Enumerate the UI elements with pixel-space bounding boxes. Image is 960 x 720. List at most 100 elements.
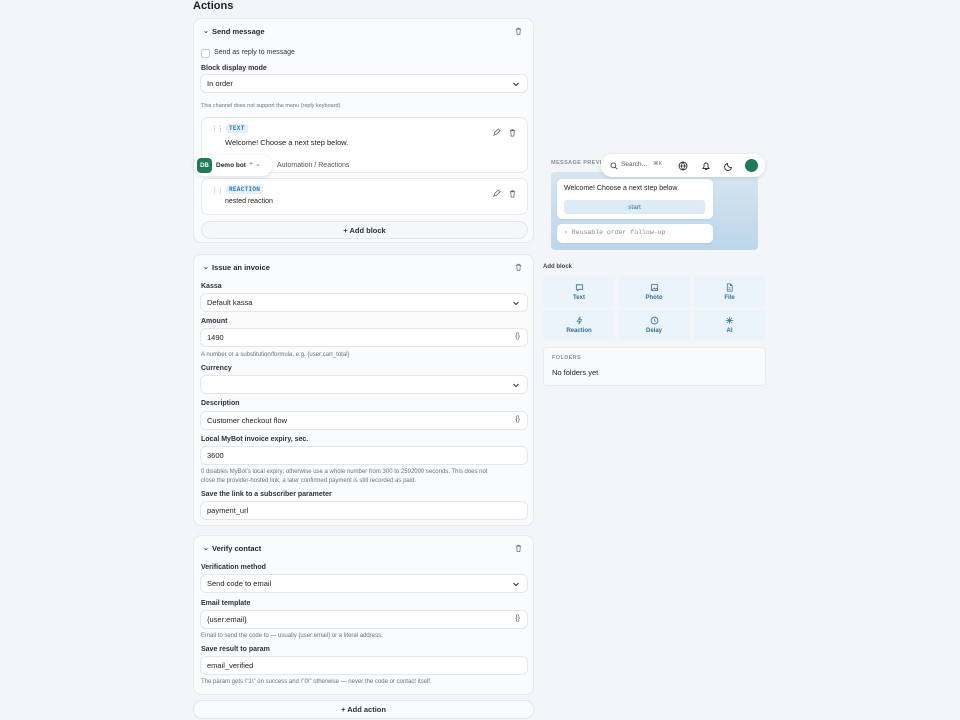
variable-insert-icon[interactable]: {} [515,416,520,423]
clock-icon [650,316,658,325]
top-bar: Search... ⌘K [601,154,765,177]
add-block-button[interactable]: + Add block [201,221,528,239]
chevron-down-icon [513,383,519,388]
add-text-tile[interactable]: Text [543,276,615,307]
description-input[interactable]: Customer checkout flow {} [200,411,528,430]
method-select[interactable]: Send code to email [200,574,528,593]
add-delay-tile[interactable]: Delay [618,310,690,340]
trash-icon[interactable] [514,543,523,553]
amount-input[interactable]: 1490 {} [200,328,528,347]
add-photo-label: Photo [645,294,663,301]
trash-icon[interactable] [508,128,517,137]
preview-reusable-bubble[interactable]: › Reusable order follow-up [557,224,713,243]
menu-notice: This channel does not support the menu (… [201,103,341,109]
add-text-label: Text [573,294,585,301]
currency-label: Currency [201,365,232,372]
folders-label: FOLDERS [552,355,582,361]
display-mode-label: Block display mode [201,65,267,72]
add-reaction-tile[interactable]: Reaction [543,310,615,340]
result-input[interactable]: email_verified [200,656,528,675]
expiry-hint: 0 disables MyBot's local expiry; otherwi… [201,469,488,475]
expiry-input[interactable]: 3600 [200,446,528,465]
kassa-select[interactable]: Default kassa [200,293,528,312]
page-title: Actions [193,0,234,12]
globe-icon[interactable] [678,161,688,171]
reaction-block-content: nested reaction [225,198,273,205]
bot-switcher[interactable]: DB Demo bot + ⌄ [194,155,272,176]
add-file-tile[interactable]: File [693,276,766,307]
method-label: Verification method [201,564,266,571]
search-placeholder: Search... [621,161,648,168]
link-param-label: Save the link to a subscriber parameter [201,491,332,498]
chevron-down-icon[interactable]: ⌄ [203,263,212,271]
send-message-title: Send message [212,26,265,36]
reaction-block[interactable]: ⋮⋮ REACTION nested reaction [201,178,528,215]
template-input[interactable]: {user:email} {} [200,610,528,629]
result-label: Save result to param [201,646,270,653]
invoice-title: Issue an invoice [212,262,270,272]
preview-reusable-text: › Reusable order follow-up [564,229,666,236]
chevron-down-icon[interactable]: ⌄ [203,27,212,35]
send-message-header[interactable]: ⌄ Send message [194,19,533,43]
result-value: email_verified [207,661,254,670]
preview-start-button[interactable]: start [564,200,705,214]
message-icon [575,283,583,291]
invoice-header[interactable]: ⌄ Issue an invoice [194,255,533,279]
add-ai-label: AI [726,328,733,334]
display-mode-select[interactable]: In order [200,74,528,93]
image-icon [650,283,658,291]
expiry-label: Local MyBot invoice expiry, sec. [201,436,309,443]
reply-checkbox[interactable] [201,49,210,58]
add-block-panel: Text Photo File Reaction Delay AI [543,276,766,340]
user-avatar[interactable] [745,159,758,172]
edit-icon[interactable] [492,189,501,198]
variable-insert-icon[interactable]: {} [515,333,520,340]
add-file-label: File [724,294,735,301]
add-ai-tile[interactable]: AI [693,310,766,340]
edit-icon[interactable] [492,128,501,137]
add-photo-tile[interactable]: Photo [618,276,690,307]
kassa-label: Kassa [201,283,222,290]
preview-message-text: Welcome! Choose a next step below. [564,185,680,192]
kassa-value: Default kassa [207,298,253,307]
variable-insert-icon[interactable]: {} [515,615,520,622]
result-hint: The param gets \"1\" on success and \"0\… [201,679,432,685]
add-reaction-label: Reaction [566,328,592,334]
link-param-value: payment_url [207,506,249,515]
amount-hint: A number or a substitution/formula, e.g.… [201,352,350,358]
chevron-down-icon [513,301,519,306]
template-label: Email template [201,600,251,607]
drag-handle-icon[interactable]: ⋮⋮ [211,125,224,133]
message-preview-label: MESSAGE PREVIEW [551,160,603,166]
trash-icon[interactable] [514,26,523,36]
drag-handle-icon[interactable]: ⋮⋮ [211,187,224,195]
expiry-hint-2: close the provider-hosted link; a later … [201,478,417,484]
text-tag: TEXT [226,124,248,133]
currency-select[interactable] [200,375,528,394]
breadcrumb: Automation / Reactions [277,162,350,169]
amount-label: Amount [201,318,228,325]
reply-label: Send as reply to message [214,49,295,56]
sparkle-icon [725,316,734,325]
add-action-button[interactable]: + Add action [193,700,534,719]
search-box[interactable]: Search... ⌘K [605,157,667,174]
link-param-input[interactable]: payment_url [200,501,528,520]
shortcut-badge: ⌘K [653,161,663,167]
verify-header[interactable]: ⌄ Verify contact [194,536,533,560]
bell-icon[interactable] [701,161,711,171]
verify-card: ⌄ Verify contact Verification method Sen… [193,535,534,695]
reaction-tag: REACTION [226,185,264,194]
expiry-value: 3600 [207,451,224,460]
description-value: Customer checkout flow [207,416,288,425]
bot-switcher-chevron-icon[interactable]: + ⌄ [249,160,261,168]
chevron-down-icon[interactable]: ⌄ [203,544,212,552]
search-icon [610,162,618,170]
lightning-icon [576,316,582,325]
trash-icon[interactable] [514,262,523,272]
chevron-down-icon [513,82,519,87]
trash-icon[interactable] [508,189,517,198]
display-mode-value: In order [207,79,233,88]
moon-icon[interactable] [724,161,734,171]
add-block-panel-label: Add block [543,264,573,270]
text-block-content: Welcome! Choose a next step below. [225,138,349,147]
